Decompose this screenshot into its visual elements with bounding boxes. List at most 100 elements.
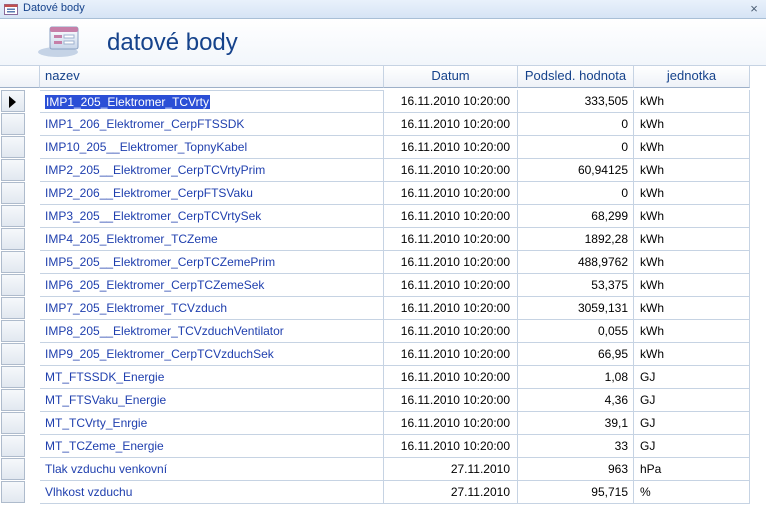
cell-hodnota[interactable]: 0: [518, 182, 634, 205]
cell-nazev[interactable]: MT_FTSSDK_Energie: [40, 366, 384, 389]
cell-hodnota[interactable]: 0: [518, 113, 634, 136]
column-header-jednotka[interactable]: jednotka: [634, 66, 750, 88]
cell-nazev[interactable]: IMP5_205__Elektromer_CerpTCZemePrim: [40, 251, 384, 274]
table-row[interactable]: Tlak vzduchu venkovní 27.11.2010 963 hPa: [0, 458, 766, 481]
cell-hodnota[interactable]: 33: [518, 435, 634, 458]
cell-jednotka[interactable]: kWh: [634, 274, 750, 297]
table-row[interactable]: IMP5_205__Elektromer_CerpTCZemePrim 16.11…: [0, 251, 766, 274]
record-selector[interactable]: [1, 136, 25, 158]
cell-hodnota[interactable]: 1,08: [518, 366, 634, 389]
record-selector[interactable]: [1, 159, 25, 181]
cell-hodnota[interactable]: 53,375: [518, 274, 634, 297]
cell-hodnota[interactable]: 0,055: [518, 320, 634, 343]
cell-nazev[interactable]: IMP10_205__Elektromer_TopnyKabel: [40, 136, 384, 159]
record-selector[interactable]: [1, 320, 25, 342]
cell-datum[interactable]: 16.11.2010 10:20:00: [384, 343, 518, 366]
cell-jednotka[interactable]: GJ: [634, 366, 750, 389]
table-row[interactable]: MT_TCZeme_Energie 16.11.2010 10:20:00 33 GJ: [0, 435, 766, 458]
cell-jednotka[interactable]: kWh: [634, 228, 750, 251]
column-header-nazev[interactable]: nazev: [40, 66, 384, 88]
cell-datum[interactable]: 27.11.2010: [384, 481, 518, 504]
record-selector[interactable]: [1, 274, 25, 296]
record-selector[interactable]: [1, 297, 25, 319]
cell-jednotka[interactable]: kWh: [634, 113, 750, 136]
table-row[interactable]: MT_FTSVaku_Energie 16.11.2010 10:20:00 4,3…: [0, 389, 766, 412]
cell-nazev[interactable]: MT_TCVrty_Enrgie: [40, 412, 384, 435]
cell-nazev[interactable]: IMP2_206__Elektromer_CerpFTSVaku: [40, 182, 384, 205]
record-selector[interactable]: [1, 228, 25, 250]
table-row[interactable]: IMP1_205_Elektromer_TCVrty 16.11.2010 10:…: [0, 90, 766, 113]
cell-nazev[interactable]: MT_FTSVaku_Energie: [40, 389, 384, 412]
cell-jednotka[interactable]: kWh: [634, 251, 750, 274]
cell-nazev[interactable]: IMP1_206_Elektromer_CerpFTSSDK: [40, 113, 384, 136]
table-row[interactable]: IMP6_205_Elektromer_CerpTCZemeSek 16.11.2…: [0, 274, 766, 297]
cell-nazev[interactable]: IMP4_205_Elektromer_TCZeme: [40, 228, 384, 251]
record-selector[interactable]: [1, 251, 25, 273]
table-row[interactable]: IMP1_206_Elektromer_CerpFTSSDK 16.11.2010…: [0, 113, 766, 136]
table-row[interactable]: IMP8_205__Elektromer_TCVzduchVentilator 1…: [0, 320, 766, 343]
record-selector[interactable]: [1, 205, 25, 227]
cell-hodnota[interactable]: 488,9762: [518, 251, 634, 274]
table-row[interactable]: MT_TCVrty_Enrgie 16.11.2010 10:20:00 39,1 G…: [0, 412, 766, 435]
cell-hodnota[interactable]: 1892,28: [518, 228, 634, 251]
cell-jednotka[interactable]: GJ: [634, 435, 750, 458]
cell-jednotka[interactable]: kWh: [634, 182, 750, 205]
cell-datum[interactable]: 16.11.2010 10:20:00: [384, 435, 518, 458]
cell-nazev[interactable]: IMP8_205__Elektromer_TCVzduchVentilator: [40, 320, 384, 343]
cell-nazev[interactable]: IMP1_205_Elektromer_TCVrty: [40, 90, 384, 113]
cell-datum[interactable]: 16.11.2010 10:20:00: [384, 274, 518, 297]
table-row[interactable]: IMP2_206__Elektromer_CerpFTSVaku 16.11.20…: [0, 182, 766, 205]
cell-datum[interactable]: 16.11.2010 10:20:00: [384, 90, 518, 113]
cell-nazev[interactable]: IMP7_205_Elektromer_TCVzduch: [40, 297, 384, 320]
record-selector[interactable]: [1, 481, 25, 503]
cell-datum[interactable]: 16.11.2010 10:20:00: [384, 412, 518, 435]
cell-hodnota[interactable]: 95,715: [518, 481, 634, 504]
cell-datum[interactable]: 16.11.2010 10:20:00: [384, 182, 518, 205]
cell-nazev[interactable]: Tlak vzduchu venkovní: [40, 458, 384, 481]
cell-nazev[interactable]: IMP3_205__Elektromer_CerpTCVrtySek: [40, 205, 384, 228]
cell-jednotka[interactable]: kWh: [634, 205, 750, 228]
cell-nazev[interactable]: IMP6_205_Elektromer_CerpTCZemeSek: [40, 274, 384, 297]
cell-datum[interactable]: 16.11.2010 10:20:00: [384, 366, 518, 389]
table-row[interactable]: IMP2_205__Elektromer_CerpTCVrtyPrim 16.11…: [0, 159, 766, 182]
cell-jednotka[interactable]: GJ: [634, 412, 750, 435]
cell-hodnota[interactable]: 68,299: [518, 205, 634, 228]
table-row[interactable]: MT_FTSSDK_Energie 16.11.2010 10:20:00 1,08…: [0, 366, 766, 389]
cell-jednotka[interactable]: kWh: [634, 136, 750, 159]
cell-datum[interactable]: 16.11.2010 10:20:00: [384, 389, 518, 412]
cell-jednotka[interactable]: kWh: [634, 159, 750, 182]
cell-hodnota[interactable]: 66,95: [518, 343, 634, 366]
cell-hodnota[interactable]: 0: [518, 136, 634, 159]
record-selector[interactable]: [1, 366, 25, 388]
cell-jednotka[interactable]: %: [634, 481, 750, 504]
record-selector[interactable]: [1, 113, 25, 135]
column-header-hodnota[interactable]: Podsled. hodnota: [518, 66, 634, 88]
cell-nazev[interactable]: IMP9_205_Elektromer_CerpTCVzduchSek: [40, 343, 384, 366]
record-selector[interactable]: [1, 435, 25, 457]
record-selector[interactable]: [1, 389, 25, 411]
cell-hodnota[interactable]: 39,1: [518, 412, 634, 435]
record-selector[interactable]: [1, 412, 25, 434]
cell-datum[interactable]: 16.11.2010 10:20:00: [384, 159, 518, 182]
close-icon[interactable]: ×: [746, 1, 762, 17]
cell-nazev[interactable]: MT_TCZeme_Energie: [40, 435, 384, 458]
cell-jednotka[interactable]: kWh: [634, 90, 750, 113]
cell-hodnota[interactable]: 963: [518, 458, 634, 481]
table-row[interactable]: IMP9_205_Elektromer_CerpTCVzduchSek 16.11…: [0, 343, 766, 366]
cell-nazev[interactable]: IMP2_205__Elektromer_CerpTCVrtyPrim: [40, 159, 384, 182]
record-selector[interactable]: [1, 90, 25, 112]
cell-hodnota[interactable]: 4,36: [518, 389, 634, 412]
record-selector[interactable]: [1, 182, 25, 204]
cell-datum[interactable]: 16.11.2010 10:20:00: [384, 320, 518, 343]
table-row[interactable]: Vlhkost vzduchu 27.11.2010 95,715%: [0, 481, 766, 504]
cell-jednotka[interactable]: kWh: [634, 297, 750, 320]
cell-datum[interactable]: 16.11.2010 10:20:00: [384, 136, 518, 159]
cell-hodnota[interactable]: 60,94125: [518, 159, 634, 182]
cell-datum[interactable]: 16.11.2010 10:20:00: [384, 297, 518, 320]
cell-hodnota[interactable]: 3059,131: [518, 297, 634, 320]
record-selector[interactable]: [1, 343, 25, 365]
record-selector[interactable]: [1, 458, 25, 480]
cell-jednotka[interactable]: kWh: [634, 320, 750, 343]
cell-jednotka[interactable]: kWh: [634, 343, 750, 366]
cell-nazev[interactable]: Vlhkost vzduchu: [40, 481, 384, 504]
